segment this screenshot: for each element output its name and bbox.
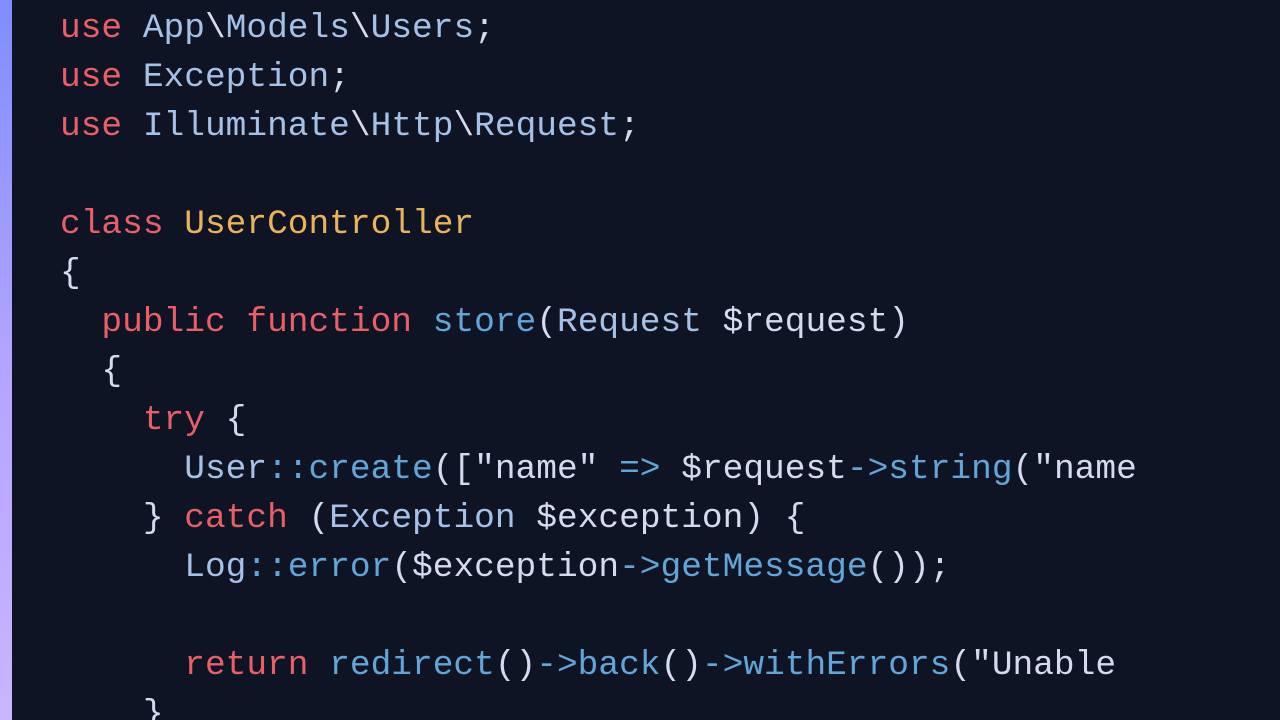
token-punct: ()); <box>868 548 951 587</box>
token-punct: { <box>101 352 122 391</box>
token-type: Request <box>557 303 702 342</box>
token-call: redirect <box>329 646 495 685</box>
token-kw: return <box>184 646 308 685</box>
token-kw: use <box>60 58 122 97</box>
token-kw: function <box>246 303 412 342</box>
token-strtxt: "name <box>1033 450 1137 489</box>
token-punct: ; <box>329 58 350 97</box>
token-var: $request <box>681 450 847 489</box>
token-cls: UserController <box>184 205 474 244</box>
token-punct: ; <box>474 9 495 48</box>
token-op: -> <box>847 450 888 489</box>
token-strtxt: "name" <box>474 450 598 489</box>
token-punct: () <box>661 646 702 685</box>
token-punct: { <box>226 401 247 440</box>
token-punct: ; <box>619 107 640 146</box>
token-punct: { <box>60 254 81 293</box>
token-punct: ( <box>391 548 412 587</box>
token-call: withErrors <box>743 646 950 685</box>
token-punct: { <box>785 499 806 538</box>
token-call: string <box>888 450 1012 489</box>
token-op: :: <box>267 450 308 489</box>
token-ns: Log <box>184 548 246 587</box>
token-punct: \ <box>453 107 474 146</box>
code-editor-view: use App\Models\Users; use Exception; use… <box>0 0 1280 720</box>
token-ns: Models <box>226 9 350 48</box>
token-op: => <box>619 450 660 489</box>
code-line: public function store(Request $request) <box>60 303 909 342</box>
code-line: class UserController <box>60 205 474 244</box>
token-op: -> <box>536 646 577 685</box>
code-line: { <box>60 254 81 293</box>
token-punct: ( <box>950 646 971 685</box>
token-ns: Http <box>371 107 454 146</box>
token-var: $exception <box>536 499 743 538</box>
code-line: use App\Models\Users; <box>60 9 495 48</box>
code-line: User::create(["name" => $request->string… <box>60 450 1137 489</box>
token-ns: App <box>143 9 205 48</box>
code-line: { <box>60 352 122 391</box>
token-call: back <box>578 646 661 685</box>
token-punct: ( <box>536 303 557 342</box>
token-kw: use <box>60 107 122 146</box>
token-kw: use <box>60 9 122 48</box>
code-line: } catch (Exception $exception) { <box>60 499 806 538</box>
token-punct: \ <box>350 9 371 48</box>
code-line: try { <box>60 401 246 440</box>
token-punct: ) <box>888 303 909 342</box>
php-code-block: use App\Models\Users; use Exception; use… <box>12 0 1280 720</box>
token-call: create <box>308 450 432 489</box>
token-kw: class <box>60 205 164 244</box>
token-punct: \ <box>205 9 226 48</box>
token-punct: \ <box>350 107 371 146</box>
token-var: $exception <box>412 548 619 587</box>
token-ns: Users <box>371 9 475 48</box>
token-var: $request <box>723 303 889 342</box>
code-line: Log::error($exception->getMessage()); <box>60 548 950 587</box>
code-line: use Exception; <box>60 58 350 97</box>
token-call: getMessage <box>661 548 868 587</box>
token-ns: User <box>184 450 267 489</box>
token-punct: () <box>495 646 536 685</box>
code-line: } <box>60 695 164 720</box>
token-kw: public <box>101 303 225 342</box>
code-line: use Illuminate\Http\Request; <box>60 107 640 146</box>
token-punct: } <box>143 499 164 538</box>
token-op: :: <box>246 548 287 587</box>
token-kw: catch <box>184 499 288 538</box>
token-ns: Illuminate <box>143 107 350 146</box>
token-punct: ( <box>309 499 330 538</box>
token-op: -> <box>702 646 743 685</box>
token-punct: ) <box>743 499 764 538</box>
token-punct: } <box>143 695 164 720</box>
code-line: return redirect()->back()->withErrors("U… <box>60 646 1116 685</box>
token-ns: Exception <box>143 58 329 97</box>
token-punct: ([ <box>433 450 474 489</box>
token-call: error <box>288 548 392 587</box>
token-strtxt: "Unable <box>971 646 1116 685</box>
token-kw: try <box>143 401 205 440</box>
token-punct: ( <box>1013 450 1034 489</box>
token-type: Exception <box>329 499 515 538</box>
token-fn: store <box>433 303 537 342</box>
token-ns: Request <box>474 107 619 146</box>
token-op: -> <box>619 548 660 587</box>
